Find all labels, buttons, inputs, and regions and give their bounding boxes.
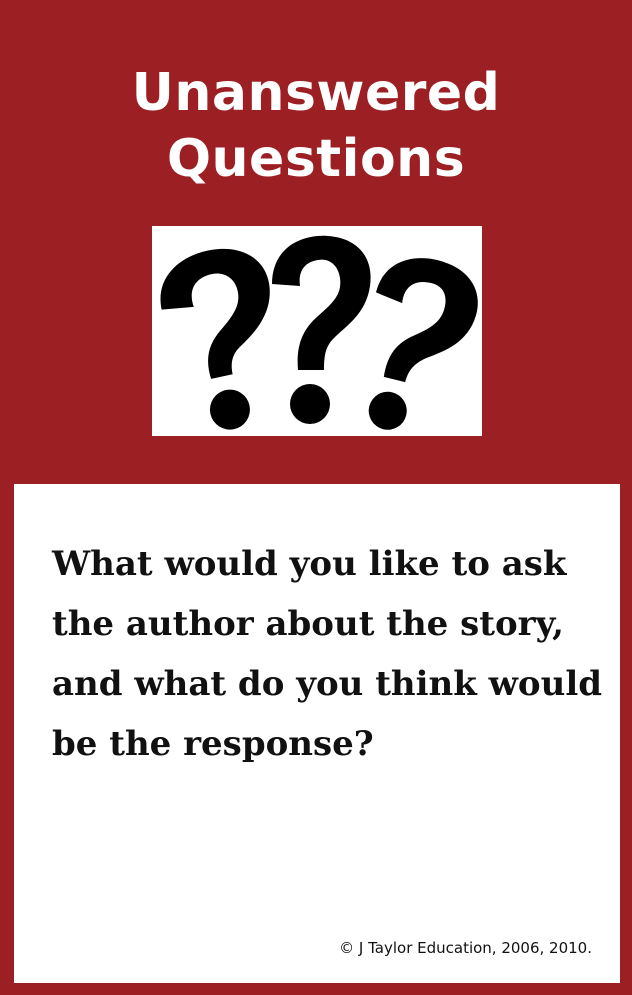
three-question-marks-icon bbox=[160, 235, 478, 430]
card: Unanswered Questions What would you like… bbox=[0, 0, 632, 995]
question-mark-middle-icon bbox=[272, 235, 371, 424]
question-marks-illustration bbox=[152, 226, 482, 436]
card-title-line-1: Unanswered bbox=[131, 63, 501, 123]
prompt-text: What would you like to ask the author ab… bbox=[52, 544, 603, 764]
prompt-panel: What would you like to ask the author ab… bbox=[14, 484, 620, 983]
copyright-notice: © J Taylor Education, 2006, 2010. bbox=[339, 939, 592, 957]
card-title: Unanswered Questions bbox=[0, 60, 632, 192]
card-title-line-2: Questions bbox=[166, 129, 466, 189]
